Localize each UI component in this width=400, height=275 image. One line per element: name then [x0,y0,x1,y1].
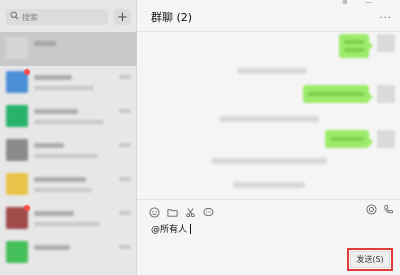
search-box[interactable] [6,9,108,25]
avatar [377,34,395,52]
avatar [377,130,395,148]
chat-title: 群聊 (2) [151,11,193,24]
more-button[interactable]: ... [379,10,392,21]
conversation-item[interactable] [0,100,137,134]
conversation-item[interactable] [0,134,137,168]
system-message [219,116,319,122]
input-toolbar-right [366,204,394,215]
input-text: @所有人 [151,225,188,235]
conversation-item[interactable] [0,202,137,236]
chat-panel: 群聊 (2) ⊕ — ... @所有人 [137,0,400,275]
avatar [6,173,28,195]
unread-badge [24,69,30,75]
send-button[interactable]: 发送(S) [350,251,390,268]
text-caret [190,224,192,234]
avatar [6,37,28,59]
search-icon [10,11,19,23]
avatar [6,241,28,263]
avatar [6,139,28,161]
conversation-item[interactable] [0,236,137,270]
conversation-list [0,32,137,270]
conversation-item[interactable] [0,168,137,202]
folder-icon[interactable] [167,207,178,218]
pin-icon[interactable]: ⊕ [342,0,348,6]
message-input[interactable]: @所有人 [151,222,192,235]
avatar [377,85,395,103]
scissors-icon[interactable] [185,207,196,218]
message-bubble [325,130,373,148]
conversation-item[interactable] [0,66,137,100]
message-area [137,32,400,200]
avatar [6,105,28,127]
message-bubble [303,85,373,103]
chat-bubble-icon[interactable] [203,207,214,218]
add-button[interactable]: + [114,9,131,25]
system-message [211,158,327,164]
minimize-icon[interactable]: — [365,0,372,6]
unread-badge [24,205,30,211]
input-toolbar [149,204,214,220]
system-message [237,68,307,74]
emoji-icon[interactable] [149,206,160,218]
video-call-icon[interactable] [366,204,377,215]
divider [137,199,400,200]
chat-header: 群聊 (2) ⊕ — ... [137,0,400,32]
search-row: + [0,0,137,32]
phone-icon[interactable] [383,204,394,215]
sidebar: + [0,0,137,275]
message-bubble [339,34,373,58]
send-button-highlight: 发送(S) [347,248,393,271]
search-input[interactable] [19,10,102,24]
conversation-item[interactable] [0,32,137,66]
system-message [233,182,305,188]
